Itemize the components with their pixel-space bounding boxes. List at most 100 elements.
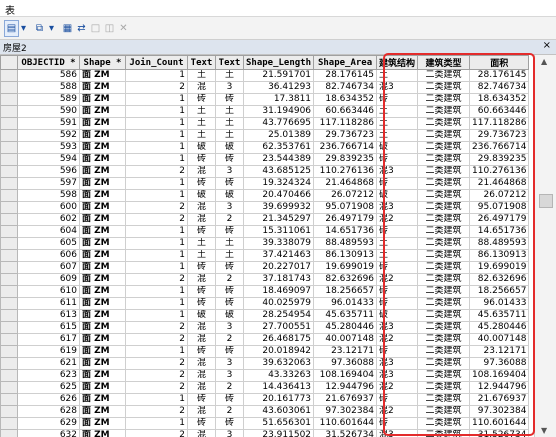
table-row[interactable]: 597 面 ZM 1 砖砖 19.324324 21.464868 砖二类建筑 21.4648… [0, 177, 530, 190]
row-selector[interactable] [0, 69, 18, 82]
table-row[interactable]: 617 面 ZM 2 混 2 26.468175 40.007148 混2 二类建筑 40.007… [0, 333, 530, 346]
row-selector[interactable] [0, 417, 18, 430]
table-row[interactable]: 632 面 ZM 2 混 3 23.911502 31.526734 混3 二类建筑 31.526… [0, 429, 530, 437]
row-selector[interactable] [0, 213, 18, 226]
column-header-building-structure[interactable]: 建筑结构 [376, 55, 419, 70]
table-row[interactable]: 591 面 ZM 1 土土 43.776695 117.118286 土二类建筑 117.11… [0, 117, 530, 130]
table-row[interactable]: 621 面 ZM 2 混 3 39.632063 97.36088 混3 二类建筑 97.3608… [0, 357, 530, 370]
vertical-scrollbar[interactable]: ▲ ▼ [534, 55, 556, 437]
row-selector[interactable] [0, 273, 18, 286]
table-row[interactable]: 629 面 ZM 1 砖砖 51.656301 110.601644 砖二类建筑 110.60… [0, 417, 530, 430]
table-row[interactable]: 619 面 ZM 1 砖砖 20.018942 23.12171 砖二类建筑 23.12171 [0, 345, 530, 358]
row-selector[interactable] [0, 153, 18, 166]
related-tables-icon[interactable]: ⧉ [32, 20, 47, 37]
table-row[interactable]: 611 面 ZM 1 砖砖 40.025979 96.01433 砖二类建筑 96.01433 [0, 297, 530, 310]
table-row[interactable]: 623 面 ZM 2 混 3 43.33263 108.169404 混3 二类建筑 108.16… [0, 369, 530, 382]
table-row[interactable]: 598 面 ZM 1 破破 20.470466 26.07212 破二类建筑 26.07212 [0, 189, 530, 202]
row-selector[interactable] [0, 261, 18, 274]
table-row[interactable]: 607 面 ZM 1 砖砖 20.227017 19.699019 砖二类建筑 19.6990… [0, 261, 530, 274]
cell-objectid: 590 [17, 105, 80, 118]
row-selector-header[interactable] [0, 55, 18, 70]
table-row[interactable]: 589 面 ZM 1 砖砖 17.3811 18.634352 砖二类建筑 18.634352 [0, 93, 530, 106]
cell-building-structure: 砖 [376, 297, 419, 310]
row-selector[interactable] [0, 201, 18, 214]
table-row[interactable]: 592 面 ZM 1 土土 25.01389 29.736723 土二类建筑 29.73672… [0, 129, 530, 142]
table-row[interactable]: 605 面 ZM 1 土土 39.338079 88.489593 土二类建筑 88.4895… [0, 237, 530, 250]
row-selector[interactable] [0, 333, 18, 346]
column-header-text-2[interactable]: Text [215, 55, 244, 70]
cell-shape-area: 29.839235 [313, 153, 378, 166]
column-header-join-count[interactable]: Join_Count [125, 55, 188, 70]
cell-join-count: 2 [125, 381, 188, 394]
row-selector[interactable] [0, 357, 18, 370]
cell-area: 12.944796 [469, 381, 530, 394]
column-header-shape[interactable]: Shape * [79, 55, 126, 70]
cell-shape-area: 40.007148 [313, 333, 378, 346]
row-selector[interactable] [0, 225, 18, 238]
select-by-attributes-icon[interactable]: ▦ [60, 20, 75, 37]
row-selector[interactable] [0, 237, 18, 250]
column-header-shape-area[interactable]: Shape_Area [313, 55, 378, 70]
row-selector[interactable] [0, 369, 18, 382]
table-row[interactable]: 609 面 ZM 2 混 2 37.181743 82.632696 混2 二类建筑 82.632… [0, 273, 530, 286]
related-tables-dropdown-icon[interactable]: ▾ [46, 20, 57, 37]
cell-text: 混 [187, 357, 216, 370]
row-selector[interactable] [0, 345, 18, 358]
table-row[interactable]: 586 面 ZM 1 土土 21.591701 28.176145 土二类建筑 28.1761… [0, 69, 530, 82]
table-row[interactable]: 600 面 ZM 2 混 3 39.699932 95.071908 混3 二类建筑 95.071… [0, 201, 530, 214]
scrollbar-thumb[interactable] [539, 194, 553, 208]
table-row[interactable]: 594 面 ZM 1 砖砖 23.544389 29.839235 砖二类建筑 29.8392… [0, 153, 530, 166]
cell-objectid: 604 [17, 225, 80, 238]
row-selector[interactable] [0, 93, 18, 106]
row-selector[interactable] [0, 405, 18, 418]
close-tab-icon[interactable]: × [543, 40, 551, 51]
cell-text: 混 [187, 213, 216, 226]
table-row[interactable]: 625 面 ZM 2 混 2 14.436413 12.944796 混2 二类建筑 12.944… [0, 381, 530, 394]
table-row[interactable]: 602 面 ZM 2 混 2 21.345297 26.497179 混2 二类建筑 26.497… [0, 213, 530, 226]
scroll-down-icon[interactable]: ▼ [541, 426, 547, 435]
cell-shape-length: 26.468175 [242, 333, 315, 346]
table-row[interactable]: 596 面 ZM 2 混 3 43.685125 110.276136 混3 二类建筑 110.2… [0, 165, 530, 178]
column-header-shape-length[interactable]: Shape_Length [242, 55, 315, 70]
row-selector[interactable] [0, 285, 18, 298]
tab-fangwu2[interactable]: 房屋2 [3, 41, 27, 54]
column-header-text[interactable]: Text [187, 55, 216, 70]
table-row[interactable]: 588 面 ZM 2 混 3 36.41293 82.746734 混3 二类建筑 82.7467… [0, 81, 530, 94]
table-row[interactable]: 590 面 ZM 1 土土 31.194906 60.663446 土二类建筑 60.6634… [0, 105, 530, 118]
table-row[interactable]: 604 面 ZM 1 砖砖 15.311061 14.651736 砖二类建筑 14.6517… [0, 225, 530, 238]
table-row[interactable]: 613 面 ZM 1 破破 28.254954 45.635711 破二类建筑 45.6357… [0, 309, 530, 322]
table-row[interactable]: 628 面 ZM 2 混 2 43.603061 97.302384 混2 二类建筑 97.302… [0, 405, 530, 418]
row-selector[interactable] [0, 165, 18, 178]
table-row[interactable]: 610 面 ZM 1 砖砖 18.469097 18.256657 砖二类建筑 18.2566… [0, 285, 530, 298]
column-header-objectid[interactable]: OBJECTID * [17, 55, 80, 70]
row-selector[interactable] [0, 141, 18, 154]
row-selector[interactable] [0, 189, 18, 202]
table-options-dropdown-icon[interactable]: ▾ [18, 20, 29, 37]
cell-text-2: 3 [215, 429, 244, 437]
column-header-area[interactable]: 面积 [469, 55, 530, 70]
table-row[interactable]: 606 面 ZM 1 土土 37.421463 86.130913 土二类建筑 86.1309… [0, 249, 530, 262]
column-header-building-type[interactable]: 建筑类型 [417, 55, 471, 70]
row-selector[interactable] [0, 105, 18, 118]
cell-shape-length: 21.591701 [242, 69, 315, 82]
row-selector[interactable] [0, 321, 18, 334]
scroll-up-icon[interactable]: ▲ [541, 57, 547, 66]
table-options-icon[interactable]: ▤ [4, 20, 19, 37]
row-selector[interactable] [0, 249, 18, 262]
table-row[interactable]: 593 面 ZM 1 破破 62.353761 236.766714 破二类建筑 236.76… [0, 141, 530, 154]
row-selector[interactable] [0, 297, 18, 310]
switch-selection-icon[interactable]: ⇄ [74, 20, 89, 37]
row-selector[interactable] [0, 81, 18, 94]
table-row[interactable]: 626 面 ZM 1 砖砖 20.161773 21.676937 砖二类建筑 21.6769… [0, 393, 530, 406]
row-selector[interactable] [0, 381, 18, 394]
row-selector[interactable] [0, 177, 18, 190]
row-selector[interactable] [0, 429, 18, 437]
cell-join-count: 2 [125, 165, 188, 178]
row-selector[interactable] [0, 393, 18, 406]
cell-text: 砖 [187, 153, 216, 166]
table-row[interactable]: 615 面 ZM 2 混 3 27.700551 45.280446 混3 二类建筑 45.280… [0, 321, 530, 334]
row-selector[interactable] [0, 117, 18, 130]
row-selector[interactable] [0, 129, 18, 142]
row-selector[interactable] [0, 309, 18, 322]
cell-building-type: 二类建筑 [417, 237, 471, 250]
